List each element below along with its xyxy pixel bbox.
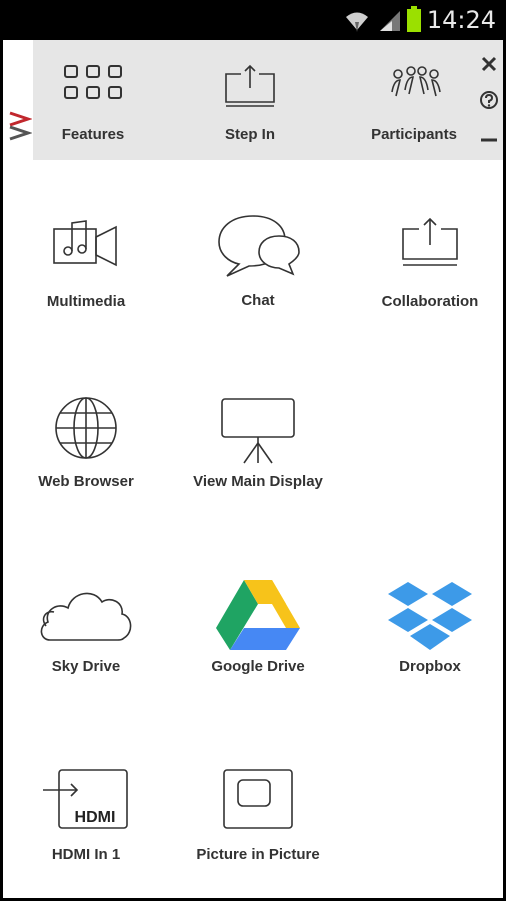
collaboration-label: Collaboration: [381, 293, 479, 310]
cloud-icon: [40, 592, 132, 641]
chat-label: Chat: [241, 292, 275, 309]
status-bar: 14:24: [0, 0, 506, 40]
participants-button[interactable]: Participants: [354, 40, 474, 160]
features-grid-icon: [64, 65, 122, 99]
hdmi-icon-text: HDMI: [75, 809, 116, 826]
close-icon[interactable]: [477, 52, 501, 76]
globe-icon: [55, 397, 117, 459]
collaboration-icon: [402, 217, 458, 266]
picture-in-picture-icon: [223, 769, 293, 829]
feature-toolbar: Features Step In Participants: [33, 40, 503, 160]
dropbox-button[interactable]: Dropbox: [355, 580, 505, 700]
step-in-label: Step In: [224, 126, 275, 143]
step-in-button[interactable]: Step In: [190, 40, 310, 160]
features-button[interactable]: Features: [33, 40, 153, 160]
google-drive-button[interactable]: Google Drive: [183, 578, 333, 698]
minimize-icon[interactable]: [477, 128, 501, 152]
picture-in-picture-label: Picture in Picture: [196, 846, 320, 863]
multimedia-button[interactable]: Multimedia: [11, 215, 161, 335]
web-browser-label: Web Browser: [38, 473, 134, 490]
participants-icon: [391, 66, 441, 97]
hdmi-in-1-label: HDMI In 1: [51, 846, 121, 863]
wifi-icon: [346, 12, 368, 32]
google-drive-icon: [216, 580, 300, 650]
vidyo-logo-icon: [9, 111, 32, 141]
help-icon[interactable]: [477, 88, 501, 112]
cell-signal-icon: [380, 11, 400, 31]
participants-label: Participants: [371, 126, 457, 143]
chat-icon: [218, 215, 300, 277]
sky-drive-button[interactable]: Sky Drive: [11, 582, 161, 702]
hdmi-in-1-button[interactable]: HDMI HDMI In 1: [11, 768, 161, 888]
hdmi-input-icon: HDMI: [43, 769, 128, 829]
google-drive-label: Google Drive: [211, 658, 305, 675]
battery-icon: [407, 6, 421, 32]
projector-screen-icon: [221, 398, 295, 464]
sky-drive-label: Sky Drive: [51, 658, 121, 675]
dropbox-label: Dropbox: [399, 658, 461, 675]
multimedia-label: Multimedia: [46, 293, 126, 310]
chat-button[interactable]: Chat: [183, 210, 333, 330]
step-in-icon: [225, 64, 275, 107]
view-main-display-button[interactable]: View Main Display: [183, 395, 333, 515]
picture-in-picture-button[interactable]: Picture in Picture: [183, 768, 333, 888]
multimedia-icon: [53, 220, 117, 267]
web-browser-button[interactable]: Web Browser: [11, 395, 161, 515]
collaboration-button[interactable]: Collaboration: [355, 215, 505, 335]
view-main-display-label: View Main Display: [193, 473, 323, 490]
status-time: 14:24: [426, 6, 496, 34]
dropbox-icon: [388, 582, 472, 650]
features-label: Features: [61, 126, 125, 143]
